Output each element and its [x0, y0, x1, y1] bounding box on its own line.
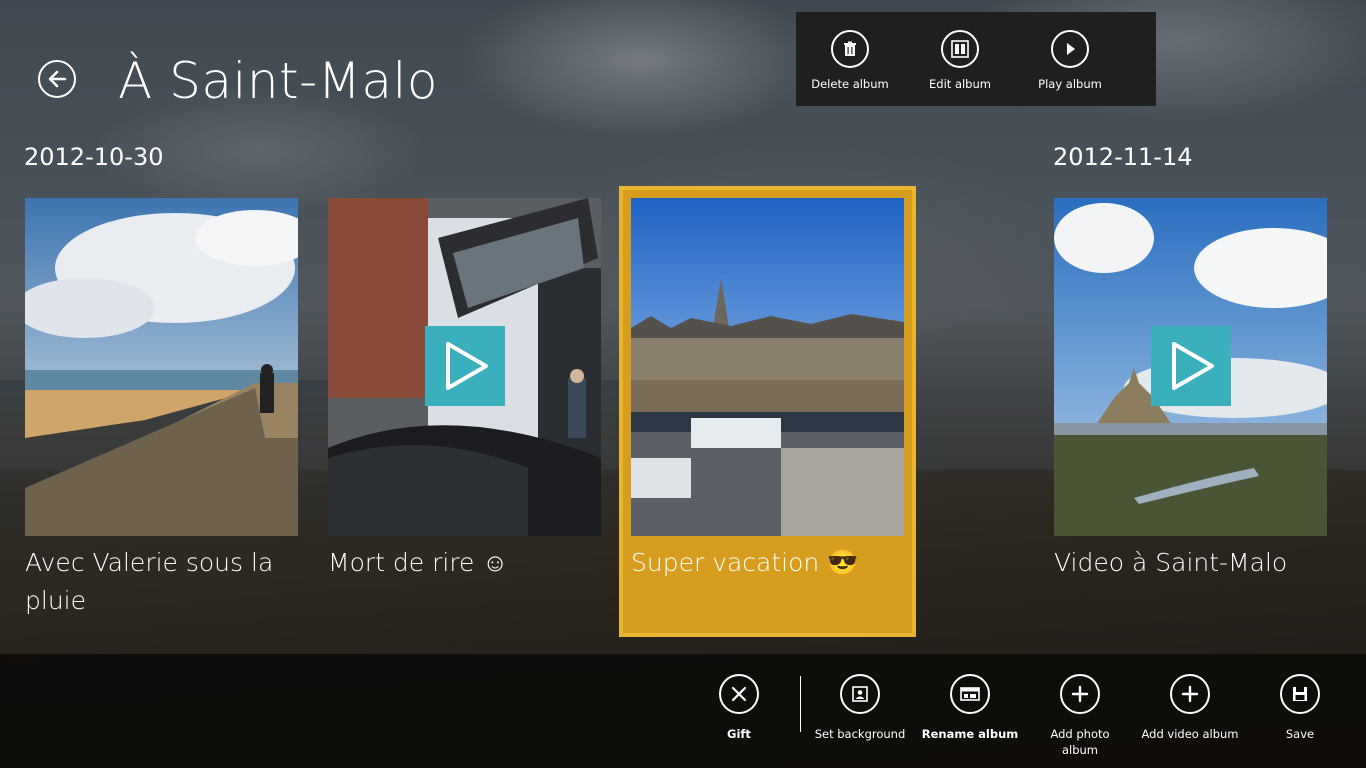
play-album-button[interactable]: Play album — [1015, 30, 1125, 92]
add-video-album-label: Add video album — [1141, 727, 1239, 741]
tile-thumbnail — [328, 198, 601, 536]
close-x-icon — [719, 674, 759, 714]
add-photo-album-button[interactable]: Add photo album — [1025, 674, 1135, 758]
back-arrow-icon — [48, 70, 67, 88]
group-date-1: 2012-10-30 — [24, 143, 164, 171]
rename-icon — [950, 674, 990, 714]
top-app-bar: Delete album Edit album Play album — [796, 12, 1156, 106]
set-background-icon — [840, 674, 880, 714]
delete-album-label: Delete album — [811, 77, 889, 91]
tile-thumbnail — [1054, 198, 1327, 536]
delete-album-button[interactable]: Delete album — [795, 30, 905, 92]
video-play-icon — [1150, 326, 1231, 406]
rename-album-button[interactable]: Rename album — [915, 674, 1025, 742]
edit-album-button[interactable]: Edit album — [905, 30, 1015, 92]
save-icon — [1280, 674, 1320, 714]
play-album-label: Play album — [1038, 77, 1102, 91]
plus-icon — [1170, 674, 1210, 714]
save-button[interactable]: Save — [1245, 674, 1355, 742]
add-video-album-button[interactable]: Add video album — [1135, 674, 1245, 742]
tile-caption: Avec Valerie sous la pluie — [25, 548, 274, 615]
set-background-label: Set background — [814, 727, 906, 741]
tile-thumbnail — [25, 198, 298, 536]
save-label: Save — [1285, 727, 1315, 741]
tile-caption: Mort de rire ☺ — [328, 548, 508, 577]
tile-caption: Video à Saint-Malo — [1054, 548, 1288, 577]
album-tile-3[interactable]: Super vacation 😎 — [631, 198, 904, 582]
set-background-button[interactable]: Set background — [805, 674, 915, 742]
edit-album-label: Edit album — [929, 77, 991, 91]
back-button[interactable] — [38, 60, 76, 98]
command-separator — [800, 676, 801, 732]
gift-button[interactable]: Gift — [684, 674, 794, 742]
tile-caption: Super vacation 😎 — [631, 548, 859, 577]
album-tile-1[interactable]: Avec Valerie sous la pluie — [25, 198, 298, 620]
rename-album-label: Rename album — [921, 727, 1019, 741]
group-date-2: 2012-11-14 — [1053, 143, 1193, 171]
page-title: À Saint-Malo — [118, 52, 438, 110]
add-photo-album-label: Add photo album — [1050, 727, 1110, 757]
gift-label: Gift — [727, 727, 751, 741]
play-icon — [1051, 30, 1089, 68]
video-play-icon — [424, 326, 505, 406]
album-tile-4[interactable]: Video à Saint-Malo — [1054, 198, 1327, 582]
album-tile-2[interactable]: Mort de rire ☺ — [328, 198, 601, 582]
tile-thumbnail — [631, 198, 904, 536]
edit-album-icon — [941, 30, 979, 68]
plus-icon — [1060, 674, 1100, 714]
bottom-app-bar: Gift Set background Rename album Add pho… — [0, 654, 1366, 768]
trash-icon — [831, 30, 869, 68]
